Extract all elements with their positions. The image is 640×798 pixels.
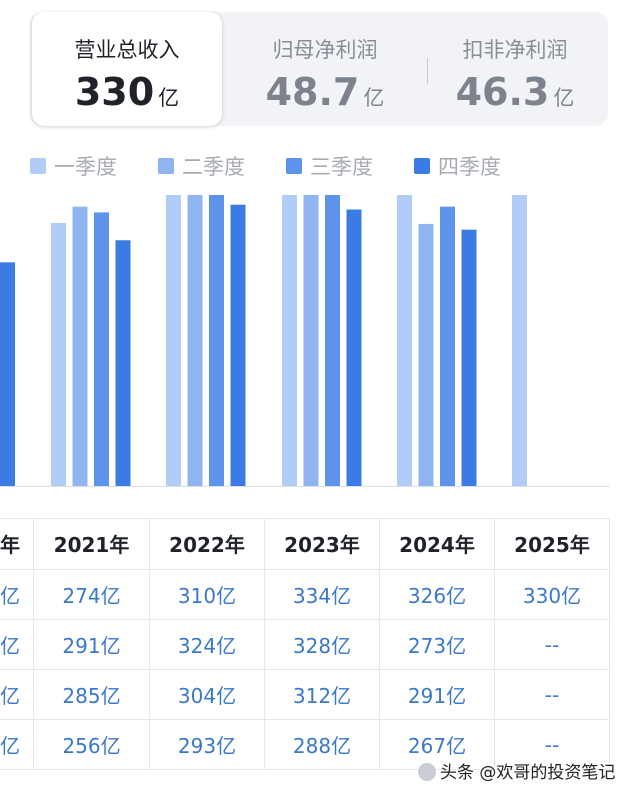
quarterly-revenue-table: 年亿亿亿亿 2021年 2022年 2023年 2024年 2025年 274亿 310亿 33… — [0, 518, 610, 770]
table-cell: 324亿 — [150, 620, 265, 670]
table-cell-partial: 亿 — [0, 570, 34, 620]
metric-revenue-value: 330 亿 — [32, 70, 222, 114]
bar-2025年-q1[interactable] — [512, 195, 527, 486]
metric-adjusted-profit-unit: 亿 — [553, 86, 575, 110]
bar-2024年-q1[interactable] — [397, 195, 412, 486]
table-cell: 312亿 — [265, 670, 380, 720]
table-cell: 310亿 — [150, 570, 265, 620]
bar-2021年-q1[interactable] — [51, 222, 66, 486]
table-cell-partial: 亿 — [0, 620, 34, 670]
legend-label-q3: 三季度 — [310, 155, 373, 179]
watermark: 头条 @欢哥的投资笔记 — [418, 758, 615, 783]
table-header-2025年: 2025年 — [495, 518, 610, 570]
table-cell: 326亿 — [380, 570, 495, 620]
table-cell: 304亿 — [150, 670, 265, 720]
table-cell: 288亿 — [265, 720, 380, 770]
table-header-2023年: 2023年 — [265, 518, 380, 570]
table-cell: 256亿 — [34, 720, 150, 770]
metric-revenue-label: 营业总收入 — [74, 38, 180, 62]
metric-adjusted-profit-label: 扣非净利润 — [462, 38, 568, 62]
table-cell: -- — [495, 670, 610, 720]
table-cell: -- — [495, 620, 610, 670]
table-cell: 330亿 — [495, 570, 610, 620]
table-cell: 285亿 — [34, 670, 150, 720]
legend-label-q2: 二季度 — [182, 155, 245, 179]
bar-2022年-q2[interactable] — [187, 195, 203, 486]
metric-divider — [427, 58, 428, 84]
table-cell-partial: 亿 — [0, 720, 34, 770]
bar-2023年-q4[interactable] — [346, 209, 362, 486]
metric-revenue-number: 330 — [74, 70, 155, 114]
legend-label-q1: 一季度 — [54, 155, 117, 179]
bar-2021年-q4[interactable] — [115, 240, 131, 486]
table-cell: 291亿 — [380, 670, 495, 720]
bar-2022年-q1[interactable] — [166, 195, 181, 486]
table-cell: 293亿 — [150, 720, 265, 770]
metric-revenue-unit: 亿 — [158, 86, 180, 110]
table-cell-partial: 亿 — [0, 670, 34, 720]
wechat-icon — [418, 763, 436, 781]
table-cell: 291亿 — [34, 620, 150, 670]
legend-label-q4: 四季度 — [438, 155, 501, 179]
table-header-2024年: 2024年 — [380, 518, 495, 570]
bar-2024年-q4[interactable] — [461, 229, 477, 486]
metric-adjusted-profit-value: 46.3 亿 — [430, 70, 600, 114]
watermark-text: 头条 @欢哥的投资笔记 — [440, 763, 616, 783]
bar-2023年-q1[interactable] — [282, 195, 297, 487]
bar-2022年-q3[interactable] — [209, 195, 224, 486]
bar-2022年-q4[interactable] — [230, 204, 246, 486]
legend-swatch-q1 — [30, 158, 46, 174]
bar-prior-year-q4[interactable] — [0, 262, 15, 486]
legend-swatch-q4 — [414, 158, 430, 174]
table-header-2022年: 2022年 — [150, 518, 265, 570]
table-header-partial: 年 — [0, 518, 34, 570]
metric-net-profit-tab[interactable]: 归母净利润 48.7 亿 — [230, 12, 420, 126]
table-header-2021年: 2021年 — [34, 518, 150, 570]
table-cell: 274亿 — [34, 570, 150, 620]
bar-chart — [0, 195, 610, 487]
metric-adjusted-profit-tab[interactable]: 扣非净利润 46.3 亿 — [430, 12, 600, 126]
table-cell: 334亿 — [265, 570, 380, 620]
legend-swatch-q3 — [286, 158, 302, 174]
metric-net-profit-label: 归母净利润 — [272, 38, 378, 62]
bar-2023年-q2[interactable] — [303, 195, 319, 486]
metric-adjusted-profit-number: 46.3 — [455, 70, 550, 114]
metric-net-profit-value: 48.7 亿 — [230, 70, 420, 114]
bar-2021年-q3[interactable] — [94, 212, 109, 486]
bar-2021年-q2[interactable] — [72, 206, 88, 486]
legend-swatch-q2 — [158, 158, 174, 174]
metric-net-profit-number: 48.7 — [265, 70, 360, 114]
table-cell: 328亿 — [265, 620, 380, 670]
table-cell: 273亿 — [380, 620, 495, 670]
bar-2024年-q3[interactable] — [440, 206, 455, 486]
metric-net-profit-unit: 亿 — [363, 86, 385, 110]
bar-2024年-q2[interactable] — [418, 223, 434, 487]
metrics-bar: 营业总收入 330 亿 归母净利润 48.7 亿 扣非净利润 46.3 亿 — [30, 12, 608, 126]
bar-2023年-q3[interactable] — [325, 195, 340, 487]
metric-revenue-tab[interactable]: 营业总收入 330 亿 — [32, 12, 222, 126]
